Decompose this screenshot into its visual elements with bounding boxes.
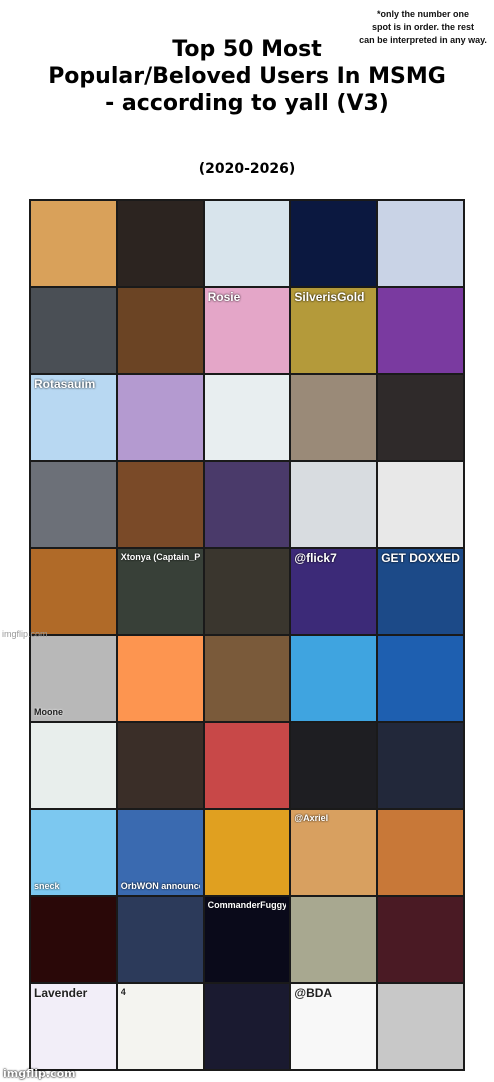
user-tile: [204, 636, 290, 721]
year-range: (2020-2026): [198, 161, 296, 177]
user-tile: Moone: [31, 636, 116, 721]
user-tile-label: CommanderFuggy_2023: [207, 900, 287, 910]
side-watermark: imgflip.com: [2, 629, 48, 639]
user-tile: 4: [117, 984, 203, 1069]
user-tile: @flick7: [291, 549, 377, 634]
user-tile: [117, 201, 203, 286]
note-line: spot is in order. the rest: [371, 22, 475, 32]
user-tile: [378, 723, 463, 808]
note-line: *only the number one: [376, 9, 469, 19]
imgflip-watermark: imgflip.com: [3, 1067, 76, 1080]
title-line: Top 50 Most: [172, 37, 322, 62]
user-tile: [204, 201, 290, 286]
user-tile: [291, 462, 377, 547]
user-tile-label: @flick7: [294, 552, 337, 565]
user-tile: [117, 288, 203, 373]
user-tile-label: GET DOXXED: [381, 552, 460, 565]
user-tile: [31, 723, 116, 808]
user-tile: [378, 810, 463, 895]
user-tile-label: SilverisGold: [294, 291, 365, 304]
title-line: - according to yall (V3): [105, 91, 389, 116]
user-tile-label: OrbWON announcement template: [120, 881, 200, 891]
user-tile-label: Moone: [34, 707, 63, 717]
user-tile: Rosie: [204, 288, 290, 373]
user-tile: Lavender: [31, 984, 116, 1069]
user-tile: CommanderFuggy_2023: [204, 897, 290, 982]
user-tile-label: Lavender: [34, 987, 88, 1000]
user-tile: [291, 636, 377, 721]
user-tile: sneck: [31, 810, 116, 895]
title-line: Popular/Beloved Users In MSMG: [48, 64, 446, 89]
user-tile: [204, 984, 290, 1069]
user-tile: [31, 549, 116, 634]
user-tile: SilverisGold: [291, 288, 377, 373]
user-tile-label: sneck: [34, 881, 60, 891]
user-tile: [291, 897, 377, 982]
user-tile: [31, 201, 116, 286]
page-title: Top 50 Most Popular/Beloved Users In MSM…: [0, 36, 494, 117]
user-tile: @Axriel: [291, 810, 377, 895]
user-tile: [204, 462, 290, 547]
user-tile: GET DOXXED: [378, 549, 463, 634]
user-tile: [378, 462, 463, 547]
user-tile: [31, 897, 116, 982]
user-tile-label: @Axriel: [294, 813, 329, 823]
user-tile: [204, 723, 290, 808]
user-tile: [117, 897, 203, 982]
user-tile: [31, 288, 116, 373]
user-tile-label: 4: [120, 987, 126, 997]
user-tile: Rotasauim: [31, 375, 116, 460]
user-tile: [291, 201, 377, 286]
user-tile-label: Xtonya (Captain_Poop): [120, 552, 200, 562]
user-grid: Rosie SilverisGold Rotasauim Xtonya (Captai…: [29, 199, 465, 1071]
user-tile: [378, 288, 463, 373]
user-tile: [117, 723, 203, 808]
user-tile: OrbWON announcement template: [117, 810, 203, 895]
user-tile: [204, 375, 290, 460]
user-tile: [378, 375, 463, 460]
user-tile: [31, 462, 116, 547]
user-tile: [378, 636, 463, 721]
user-tile: [291, 723, 377, 808]
user-tile: [291, 375, 377, 460]
user-tile: [204, 549, 290, 634]
user-tile: @BDA: [291, 984, 377, 1069]
user-tile: [117, 375, 203, 460]
user-tile: [117, 462, 203, 547]
user-tile: Xtonya (Captain_Poop): [117, 549, 203, 634]
user-tile: [378, 201, 463, 286]
user-tile-label: Rosie: [207, 291, 241, 304]
user-tile: [204, 810, 290, 895]
user-tile-label: Rotasauim: [34, 378, 96, 391]
user-tile-label: @BDA: [294, 987, 333, 1000]
user-tile: [117, 636, 203, 721]
user-tile: [378, 897, 463, 982]
user-tile: [378, 984, 463, 1069]
